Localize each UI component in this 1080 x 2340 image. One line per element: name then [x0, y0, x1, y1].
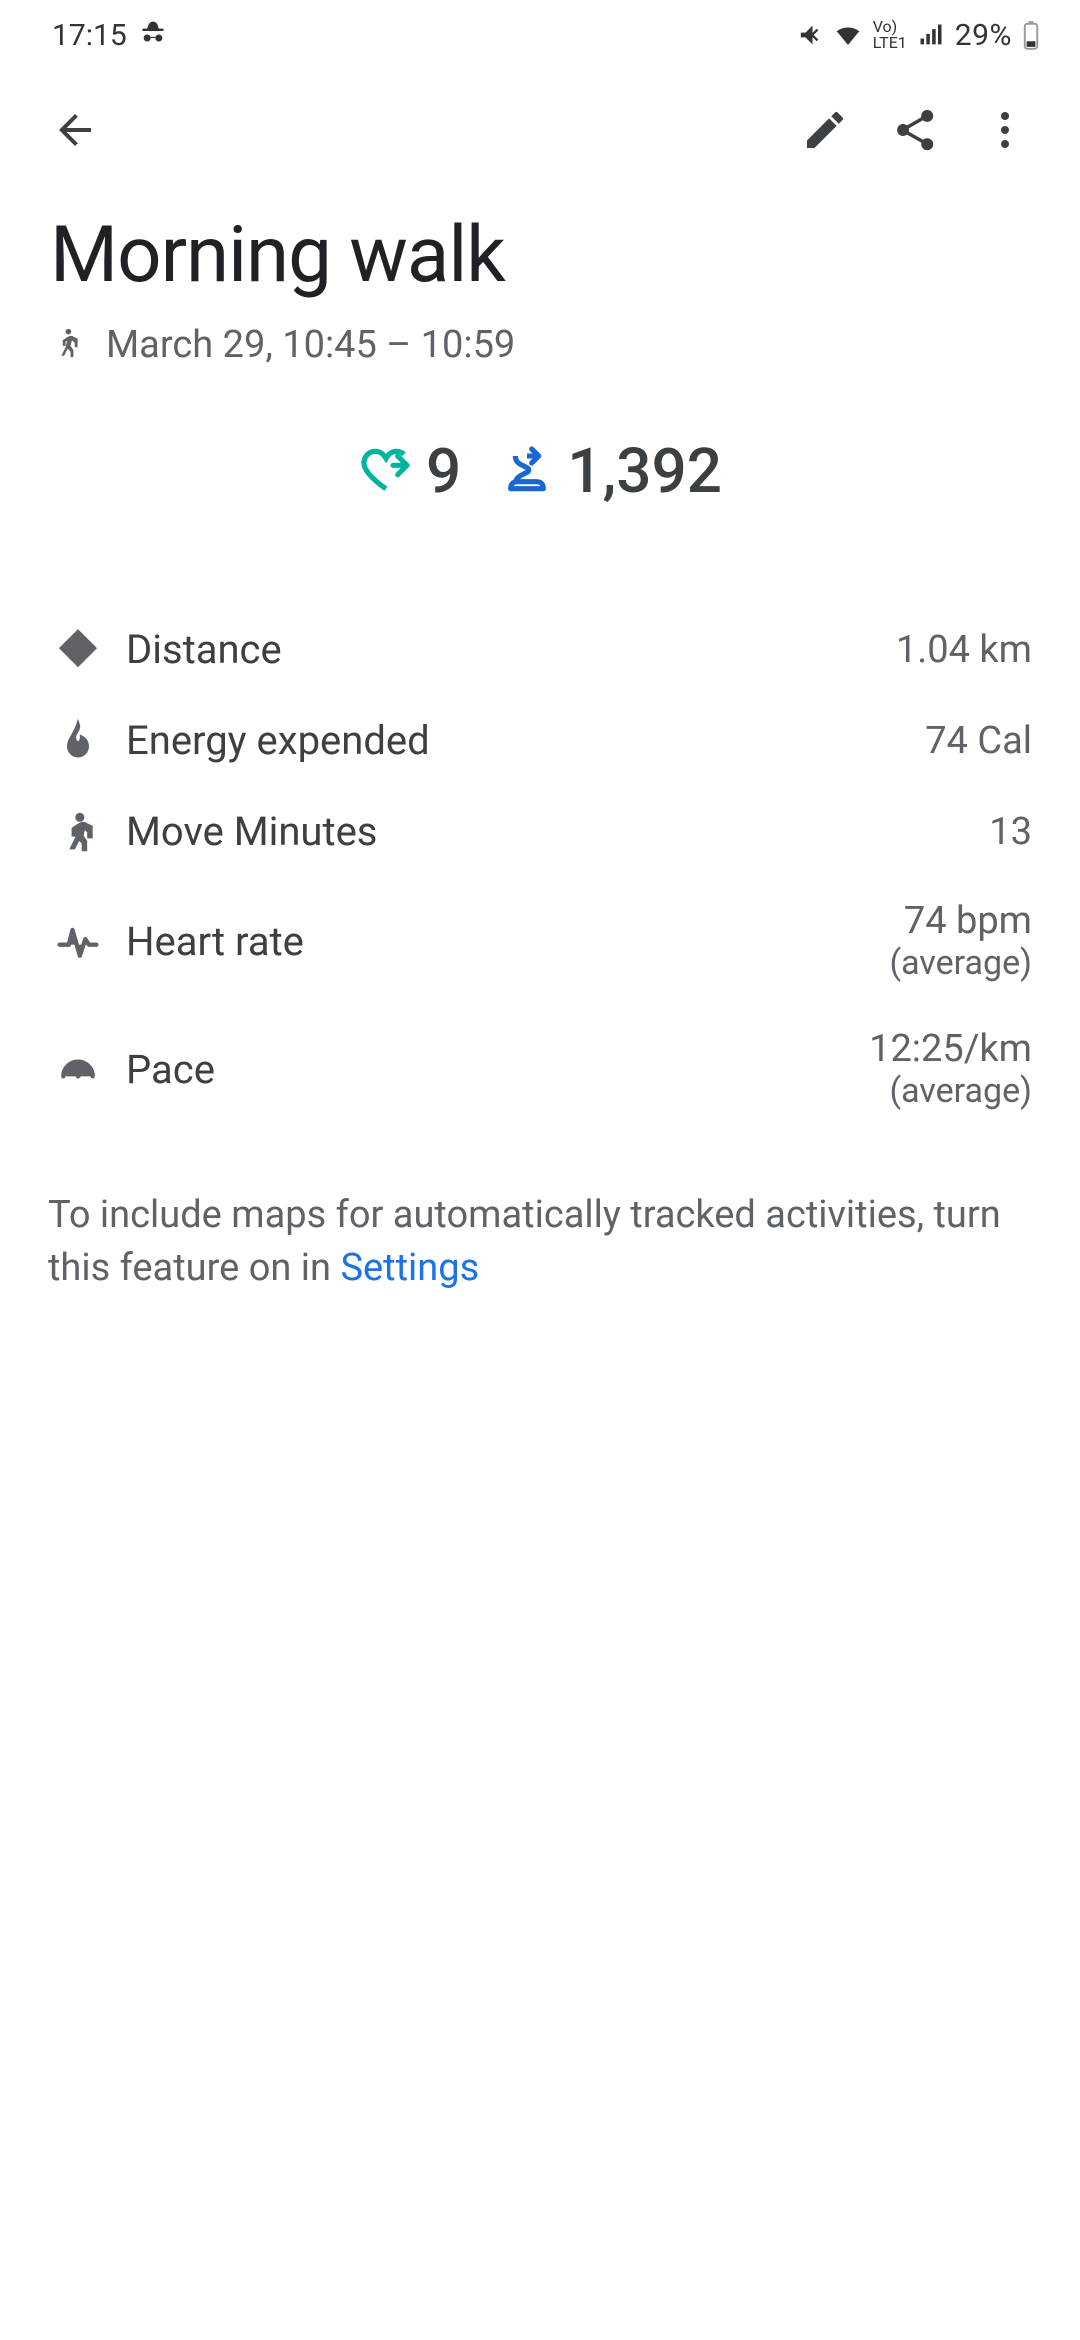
activity-datetime: March 29, 10:45 – 10:59 — [106, 323, 515, 367]
walking-icon — [50, 326, 84, 364]
page-title: Morning walk — [50, 210, 1030, 301]
stat-label: Heart rate — [126, 918, 890, 965]
battery-icon — [1022, 20, 1040, 50]
stat-distance: Distance 1.04 km — [48, 604, 1032, 695]
heart-points-icon — [358, 442, 414, 502]
steps-value: 1,392 — [567, 435, 722, 508]
title-block: Morning walk March 29, 10:45 – 10:59 — [0, 190, 1080, 367]
stat-energy: Energy expended 74 Cal — [48, 695, 1032, 786]
stat-label: Distance — [126, 626, 896, 673]
stat-label: Move Minutes — [126, 808, 989, 855]
fire-icon — [48, 719, 108, 763]
stat-value: 12:25/km (average) — [869, 1027, 1032, 1111]
more-button[interactable] — [960, 85, 1050, 175]
stat-value: 74 Cal — [925, 719, 1032, 763]
heart-points-summary: 9 — [358, 435, 461, 508]
app-bar — [0, 70, 1080, 190]
pace-icon — [48, 1047, 108, 1091]
mute-icon — [795, 21, 823, 49]
stat-pace: Pace 12:25/km (average) — [48, 1005, 1032, 1133]
heart-points-value: 9 — [426, 435, 461, 508]
battery-pct: 29% — [955, 18, 1012, 53]
back-button[interactable] — [30, 85, 120, 175]
signal-icon — [917, 21, 945, 49]
wifi-icon — [833, 20, 863, 50]
status-time: 17:15 — [52, 18, 127, 53]
incognito-icon — [139, 17, 167, 53]
map-hint-text: To include maps for automatically tracke… — [48, 1193, 1001, 1290]
summary-row: 9 1,392 — [0, 435, 1080, 508]
steps-summary: 1,392 — [499, 435, 722, 508]
share-button[interactable] — [870, 85, 960, 175]
stat-value: 13 — [989, 810, 1032, 854]
stats-list: Distance 1.04 km Energy expended 74 Cal … — [0, 604, 1080, 1133]
steps-icon — [499, 442, 555, 502]
map-hint: To include maps for automatically tracke… — [0, 1189, 1080, 1295]
heartrate-icon — [48, 919, 108, 963]
status-bar: 17:15 Vo)LTE1 29% — [0, 0, 1080, 70]
volte-icon: Vo)LTE1 — [873, 19, 907, 51]
stat-value: 1.04 km — [896, 628, 1032, 672]
distance-icon — [48, 628, 108, 672]
settings-link[interactable]: Settings — [340, 1246, 479, 1290]
stat-value: 74 bpm (average) — [890, 899, 1032, 983]
stat-label: Pace — [126, 1046, 869, 1093]
stat-move-minutes: Move Minutes 13 — [48, 786, 1032, 877]
walk-icon — [48, 810, 108, 854]
stat-heart-rate: Heart rate 74 bpm (average) — [48, 877, 1032, 1005]
edit-button[interactable] — [780, 85, 870, 175]
stat-label: Energy expended — [126, 717, 925, 764]
